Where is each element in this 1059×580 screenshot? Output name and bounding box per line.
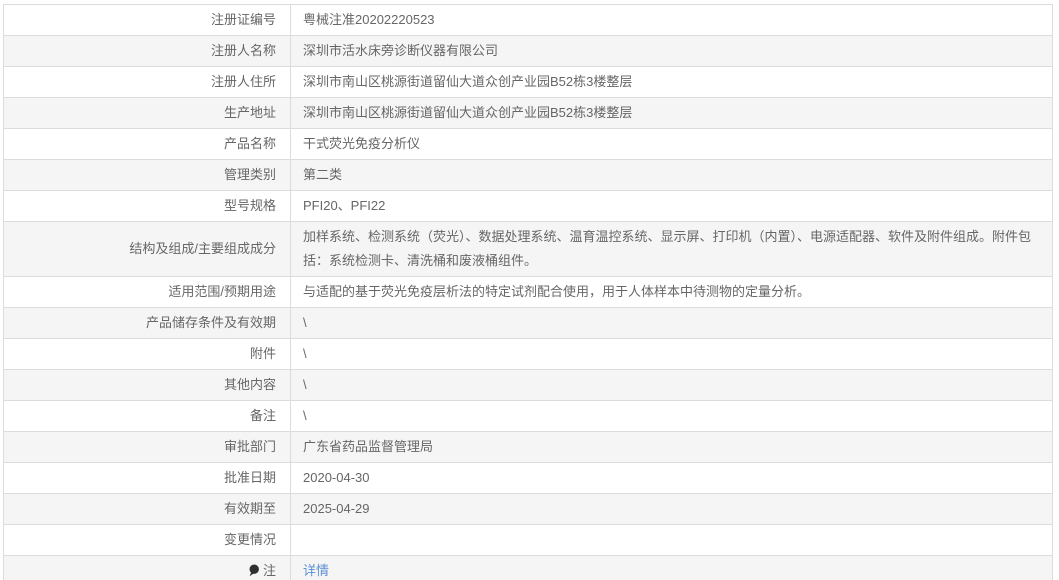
page-content: 注册证编号 粤械注准20202220523 注册人名称 深圳市活水床旁诊断仪器有限公司… [0,0,1059,580]
field-value: 深圳市南山区桃源街道留仙大道众创产业园B52栋3楼整层 [290,66,1053,98]
field-label: 注册人住所 [3,66,291,98]
table-row: 附件 \ [3,338,1053,370]
table-row: 生产地址 深圳市南山区桃源街道留仙大道众创产业园B52栋3楼整层 [3,97,1053,129]
field-value: \ [290,400,1053,432]
field-label: 其他内容 [3,369,291,401]
details-link[interactable]: 详情 [303,563,329,578]
registration-info-table: 注册证编号 粤械注准20202220523 注册人名称 深圳市活水床旁诊断仪器有限公司… [3,4,1053,580]
field-value: 2025-04-29 [290,493,1053,525]
field-label: 备注 [3,400,291,432]
field-value: 2020-04-30 [290,462,1053,494]
table-row: 注册证编号 粤械注准20202220523 [3,4,1053,36]
field-value: PFI20、PFI22 [290,190,1053,222]
field-label: 变更情况 [3,524,291,556]
table-row: 批准日期 2020-04-30 [3,462,1053,494]
table-row: 注册人名称 深圳市活水床旁诊断仪器有限公司 [3,35,1053,67]
field-label: 注册证编号 [3,4,291,36]
field-label: 注册人名称 [3,35,291,67]
field-label: 适用范围/预期用途 [3,276,291,308]
table-row: 其他内容 \ [3,369,1053,401]
field-label: 产品储存条件及有效期 [3,307,291,339]
field-value: 详情 [290,555,1053,580]
field-value: 粤械注准20202220523 [290,4,1053,36]
table-row: 产品名称 干式荧光免疫分析仪 [3,128,1053,160]
field-value: \ [290,369,1053,401]
field-value: 加样系统、检测系统（荧光）、数据处理系统、温育温控系统、显示屏、打印机（内置）、… [290,221,1053,277]
field-value: 与适配的基于荧光免疫层析法的特定试剂配合使用，用于人体样本中待测物的定量分析。 [290,276,1053,308]
note-icon [248,564,260,577]
field-label: 有效期至 [3,493,291,525]
field-value: 深圳市活水床旁诊断仪器有限公司 [290,35,1053,67]
table-row: 适用范围/预期用途 与适配的基于荧光免疫层析法的特定试剂配合使用，用于人体样本中待… [3,276,1053,308]
field-label: 批准日期 [3,462,291,494]
table-row: 审批部门 广东省药品监督管理局 [3,431,1053,463]
field-label: 管理类别 [3,159,291,191]
table-row: 型号规格 PFI20、PFI22 [3,190,1053,222]
field-value: \ [290,307,1053,339]
table-row: 备注 \ [3,400,1053,432]
field-label: 结构及组成/主要组成成分 [3,221,291,277]
field-value: 第二类 [290,159,1053,191]
field-value: 深圳市南山区桃源街道留仙大道众创产业园B52栋3楼整层 [290,97,1053,129]
table-row: 变更情况 [3,524,1053,556]
registration-info-table-body: 注册证编号 粤械注准20202220523 注册人名称 深圳市活水床旁诊断仪器有限公司… [3,4,1053,580]
field-value: \ [290,338,1053,370]
field-label: 注 [3,555,291,580]
field-label: 附件 [3,338,291,370]
field-label: 审批部门 [3,431,291,463]
table-row: 注册人住所 深圳市南山区桃源街道留仙大道众创产业园B52栋3楼整层 [3,66,1053,98]
table-row: 产品储存条件及有效期 \ [3,307,1053,339]
field-label: 型号规格 [3,190,291,222]
field-value: 广东省药品监督管理局 [290,431,1053,463]
table-row: 注详情 [3,555,1053,580]
field-value: 干式荧光免疫分析仪 [290,128,1053,160]
field-value [290,524,1053,556]
table-row: 管理类别 第二类 [3,159,1053,191]
table-row: 有效期至 2025-04-29 [3,493,1053,525]
field-label: 生产地址 [3,97,291,129]
table-row: 结构及组成/主要组成成分 加样系统、检测系统（荧光）、数据处理系统、温育温控系统、… [3,221,1053,277]
field-label: 产品名称 [3,128,291,160]
